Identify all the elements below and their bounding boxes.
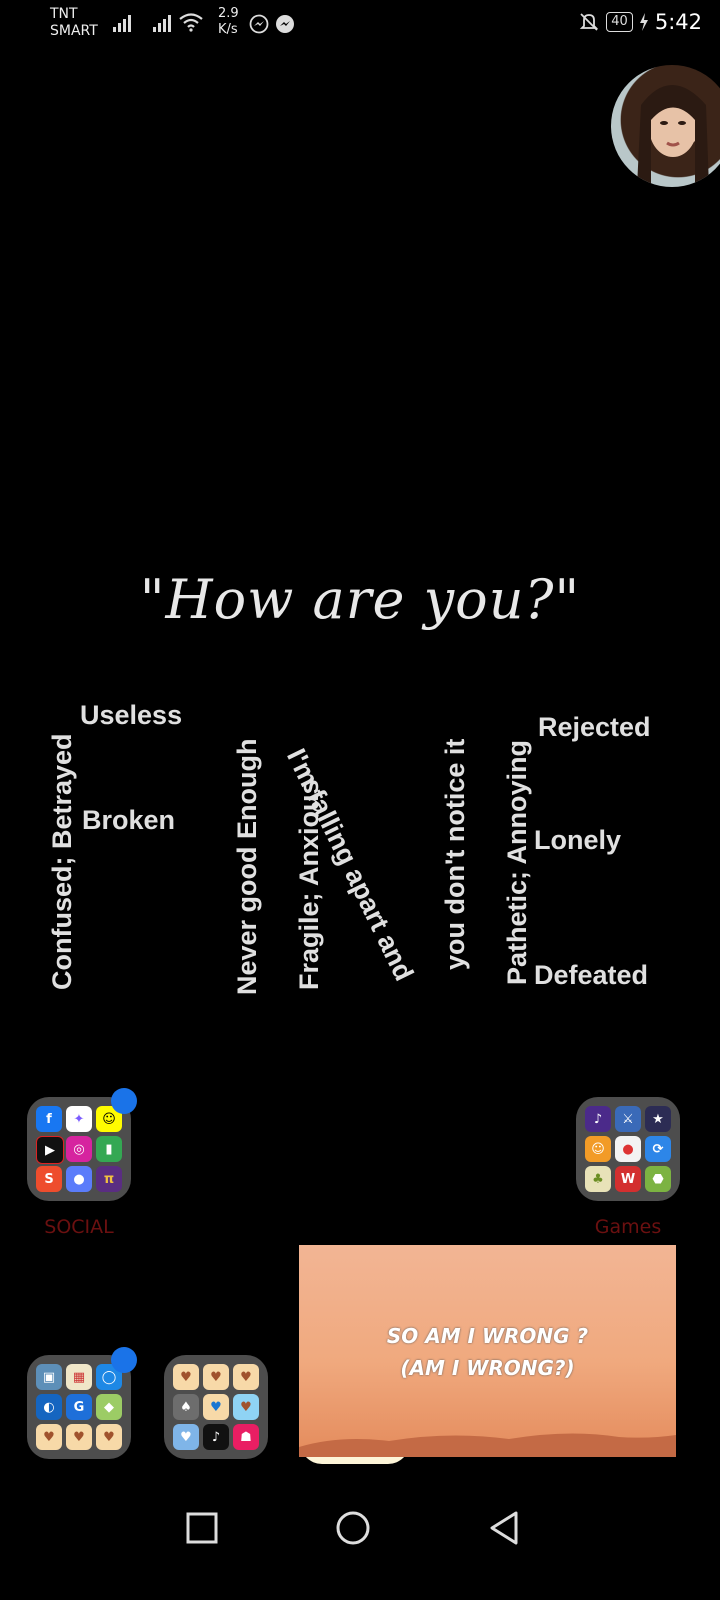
word-useless: Useless — [80, 700, 183, 730]
word-lonely: Lonely — [534, 825, 622, 855]
game-icon: ♣ — [585, 1166, 611, 1192]
maps-icon: ◆ — [96, 1394, 122, 1420]
bot-app-icon: ☗ — [233, 1424, 259, 1450]
carrier-line-2: SMART — [50, 23, 98, 39]
cat-game-icon: ♥ — [66, 1424, 92, 1450]
navigation-bar — [0, 1480, 720, 1580]
podcast-icon: ● — [66, 1166, 92, 1192]
carrier-name: TNT SMART — [50, 6, 98, 40]
save-app-icon: ▣ — [36, 1364, 62, 1390]
messenger-icon — [276, 15, 294, 33]
cat-game-icon: ♥ — [36, 1424, 62, 1450]
game-icon: ★ — [645, 1106, 671, 1132]
cat-game-icon: ♥ — [233, 1364, 259, 1390]
folder-dock-2[interactable]: ♥ ♥ ♥ ♠ ♥ ♥ ♥ ♪ ☗ — [164, 1355, 268, 1459]
folder-social[interactable]: f ✦ ☺ ▶ ◎ ▮ S ● π — [27, 1097, 131, 1201]
shopee-icon: S — [36, 1166, 62, 1192]
game-icon: ♪ — [585, 1106, 611, 1132]
wifi-icon — [179, 13, 203, 32]
bell-off-icon — [580, 13, 599, 31]
wallpaper-quote: "How are you?" — [139, 568, 581, 631]
facebook-icon: f — [36, 1106, 62, 1132]
cat-game-icon: ♠ — [173, 1394, 199, 1420]
android-icon: ⬣ — [645, 1166, 671, 1192]
messenger-icon — [249, 14, 269, 34]
status-bar: TNT SMART 2.9 K/s 40 5:42 — [0, 0, 720, 50]
back-button[interactable] — [486, 1510, 522, 1546]
notification-dot — [111, 1088, 137, 1114]
word-confused: Confused; Betrayed — [47, 733, 77, 990]
wps-icon: W — [615, 1166, 641, 1192]
signal-icon — [113, 15, 131, 32]
cat-game-icon: ♥ — [173, 1364, 199, 1390]
tiktok-icon: ♪ — [203, 1424, 229, 1450]
g-app-icon: G — [66, 1394, 92, 1420]
word-broken: Broken — [82, 805, 176, 835]
avatar-portrait — [637, 85, 709, 187]
status-right-group: 40 5:42 — [578, 10, 702, 34]
word-notice: you don't notice it — [440, 738, 470, 970]
game-icon: ▦ — [66, 1364, 92, 1390]
folder-dock-1[interactable]: ▣ ▦ ◯ ◐ G ◆ ♥ ♥ ♥ — [27, 1355, 131, 1459]
word-pathetic: Pathetic; Annoying — [502, 739, 532, 985]
network-speed: 2.9 K/s — [218, 6, 239, 38]
folder-label-games: Games — [594, 1216, 662, 1238]
lyric-line-2: (AM I WRONG?) — [400, 1356, 575, 1380]
folder-games[interactable]: ♪ ⚔ ★ ☺ ● ⟳ ♣ W ⬣ — [576, 1097, 680, 1201]
avatar[interactable] — [611, 65, 720, 187]
hills-silhouette — [299, 1433, 676, 1457]
signal-icon — [153, 15, 171, 32]
charging-icon — [639, 13, 648, 31]
word-rejected: Rejected — [538, 712, 651, 742]
word-defeated: Defeated — [534, 960, 649, 990]
instagram-icon: ◎ — [66, 1136, 92, 1162]
speed-unit: K/s — [218, 22, 238, 37]
home-button[interactable] — [335, 1510, 371, 1546]
speed-value: 2.9 — [218, 6, 239, 21]
cat-game-icon: ♥ — [96, 1424, 122, 1450]
messenger-app-icon: ✦ — [66, 1106, 92, 1132]
battery-level: 40 — [606, 12, 633, 32]
cat-game-icon: ♥ — [233, 1394, 259, 1420]
carrier-line-1: TNT — [50, 6, 78, 22]
game-icon: ⚔ — [615, 1106, 641, 1132]
meet-icon: ▮ — [96, 1136, 122, 1162]
cat-game-icon: ♥ — [203, 1364, 229, 1390]
clock: 5:42 — [654, 10, 702, 34]
folder-label-social: SOCIAL — [44, 1216, 114, 1238]
scan-icon: ◐ — [36, 1394, 62, 1420]
lyric-line-1: SO AM I WRONG ? — [386, 1324, 589, 1348]
pi-icon: π — [96, 1166, 122, 1192]
notification-dot — [111, 1347, 137, 1373]
floating-video-player[interactable]: SO AM I WRONG ? (AM I WRONG?) — [299, 1245, 676, 1457]
video-player-icon: ▶ — [36, 1136, 64, 1164]
recents-button[interactable] — [184, 1510, 220, 1546]
game-icon: ☺ — [585, 1136, 611, 1162]
game-icon: ● — [615, 1136, 641, 1162]
word-never-good: Never good Enough — [232, 738, 262, 996]
share-app-icon: ⟳ — [645, 1136, 671, 1162]
cat-game-icon: ♥ — [173, 1424, 199, 1450]
video-lyrics: SO AM I WRONG ? (AM I WRONG?) — [299, 1320, 676, 1384]
cat-game-icon: ♥ — [203, 1394, 229, 1420]
